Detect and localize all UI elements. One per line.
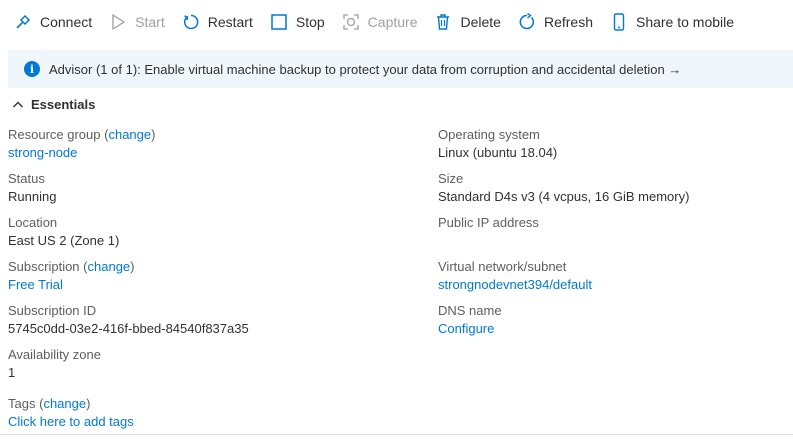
delete-icon <box>437 14 450 30</box>
resource-group-field: Resource group (change) strong-node <box>8 126 249 170</box>
share-to-mobile-button[interactable]: Share to mobile <box>610 13 734 31</box>
refresh-label: Refresh <box>543 14 593 30</box>
resource-group-link[interactable]: strong-node <box>8 144 249 162</box>
section-divider <box>0 434 793 435</box>
stop-label: Stop <box>295 14 325 30</box>
start-icon <box>112 13 126 31</box>
resource-group-change-link[interactable]: change <box>108 127 151 142</box>
essentials-right-column: Operating system Linux (ubuntu 18.04) Si… <box>438 126 689 346</box>
delete-button[interactable]: Delete <box>434 13 501 31</box>
essentials-title: Essentials <box>31 97 96 112</box>
restart-icon <box>183 14 199 30</box>
start-label: Start <box>135 14 165 30</box>
start-button[interactable]: Start <box>109 13 165 31</box>
location-field: Location East US 2 (Zone 1) <box>8 214 249 258</box>
availability-zone-value: 1 <box>8 365 16 380</box>
tags-change-link[interactable]: change <box>43 396 86 411</box>
subscription-id-field: Subscription ID 5745c0dd-03e2-416f-bbed-… <box>8 302 249 346</box>
essentials-left-column: Resource group (change) strong-node Stat… <box>8 126 249 439</box>
advisor-banner[interactable]: i Advisor (1 of 1): Enable virtual machi… <box>8 50 793 88</box>
connect-icon <box>16 14 31 29</box>
stop-button[interactable]: Stop <box>270 13 325 31</box>
public-ip-label: Public IP address <box>438 215 539 230</box>
size-value: Standard D4s v3 (4 vcpus, 16 GiB memory) <box>438 189 690 204</box>
info-icon: i <box>24 61 40 77</box>
capture-label: Capture <box>367 14 418 30</box>
subscription-label: Subscription <box>8 259 80 274</box>
status-field: Status Running <box>8 170 249 214</box>
os-value: Linux (ubuntu 18.04) <box>438 145 558 160</box>
subscription-id-value: 5745c0dd-03e2-416f-bbed-84540f837a35 <box>8 321 249 336</box>
restart-label: Restart <box>207 14 253 30</box>
advisor-message: Advisor (1 of 1): Enable virtual machine… <box>49 61 682 77</box>
size-label: Size <box>438 171 464 186</box>
tags-label: Tags <box>8 396 36 411</box>
dns-field: DNS name Configure <box>438 302 689 346</box>
size-field: Size Standard D4s v3 (4 vcpus, 16 GiB me… <box>438 170 689 214</box>
status-label: Status <box>8 171 45 186</box>
dns-label: DNS name <box>438 303 502 318</box>
connect-button[interactable]: Connect <box>14 13 92 31</box>
subscription-change-link[interactable]: change <box>88 259 131 274</box>
capture-button[interactable]: Capture <box>342 13 418 31</box>
location-label: Location <box>8 215 58 230</box>
mobile-icon <box>613 13 625 31</box>
refresh-icon <box>519 13 534 30</box>
share-label: Share to mobile <box>635 14 735 30</box>
subscription-field: Subscription (change) Free Trial <box>8 258 249 302</box>
public-ip-field: Public IP address <box>438 214 689 258</box>
subscription-id-label: Subscription ID <box>8 303 97 318</box>
essentials-toggle[interactable]: Essentials <box>12 97 95 112</box>
delete-label: Delete <box>460 14 501 30</box>
tags-field: Tags (change) Click here to add tags <box>8 395 249 439</box>
vnet-link[interactable]: strongnodevnet394/default <box>438 276 689 294</box>
add-tags-link[interactable]: Click here to add tags <box>8 413 249 431</box>
location-value: East US 2 (Zone 1) <box>8 233 120 248</box>
connect-label: Connect <box>40 14 93 30</box>
availability-zone-label: Availability zone <box>8 347 101 362</box>
restart-button[interactable]: Restart <box>182 13 253 31</box>
capture-icon <box>343 14 359 30</box>
os-label: Operating system <box>438 127 540 142</box>
dns-configure-link[interactable]: Configure <box>438 320 689 338</box>
stop-icon <box>271 14 287 30</box>
availability-zone-field: Availability zone 1 <box>8 346 249 395</box>
subscription-link[interactable]: Free Trial <box>8 276 249 294</box>
vnet-label: Virtual network/subnet <box>438 259 567 274</box>
vnet-field: Virtual network/subnet strongnodevnet394… <box>438 258 689 302</box>
os-field: Operating system Linux (ubuntu 18.04) <box>438 126 689 170</box>
refresh-button[interactable]: Refresh <box>518 13 593 31</box>
status-value: Running <box>8 189 57 204</box>
resource-group-label: Resource group <box>8 127 101 142</box>
chevron-up-icon <box>13 101 23 107</box>
command-bar: Connect Start Restart Stop Capture Delet… <box>0 0 793 44</box>
